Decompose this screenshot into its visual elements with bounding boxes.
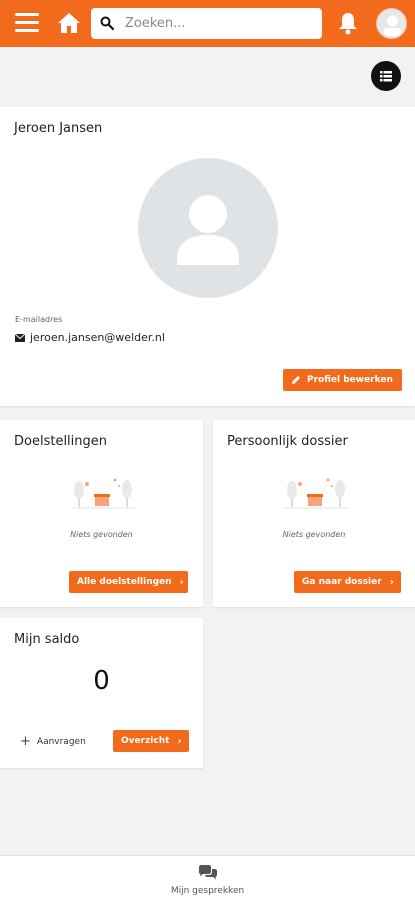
- all-goals-label: Alle doelstellingen: [77, 577, 172, 587]
- goals-title: Doelstellingen: [14, 434, 108, 449]
- menu-icon[interactable]: [15, 13, 39, 33]
- edit-profile-label: Profiel bewerken: [307, 375, 393, 385]
- list-view-button[interactable]: [371, 61, 401, 91]
- empty-illustration-icon: [71, 478, 135, 509]
- dossier-title: Persoonlijk dossier: [227, 434, 348, 449]
- email-row: jeroen.jansen@welder.nl: [15, 331, 165, 344]
- search-icon: [100, 16, 114, 30]
- envelope-icon: [15, 333, 25, 342]
- edit-profile-button[interactable]: Profiel bewerken: [283, 369, 402, 391]
- chevron-right-icon: ›: [179, 576, 184, 588]
- go-to-dossier-label: Ga naar dossier: [302, 577, 382, 587]
- email-value[interactable]: jeroen.jansen@welder.nl: [30, 331, 165, 344]
- request-label: Aanvragen: [36, 736, 86, 747]
- overview-button[interactable]: Overzicht ›: [113, 730, 189, 752]
- home-icon[interactable]: [56, 10, 82, 36]
- profile-name: Jeroen Jansen: [14, 121, 103, 136]
- user-placeholder-icon: [177, 195, 239, 265]
- search-box[interactable]: [91, 8, 322, 39]
- bottom-nav: Mijn gesprekken: [0, 855, 415, 900]
- list-icon: [380, 71, 392, 82]
- top-bar: [0, 0, 415, 47]
- dossier-card: Persoonlijk dossier Niets gevonden Ga na…: [213, 420, 415, 607]
- search-input[interactable]: [125, 13, 315, 34]
- chevron-right-icon: ›: [389, 576, 394, 588]
- bell-icon[interactable]: [337, 11, 359, 35]
- goals-empty-text: Niets gevonden: [70, 530, 133, 539]
- email-label: E-mailadres: [15, 315, 63, 324]
- empty-illustration-icon: [284, 478, 348, 509]
- my-conversations-label[interactable]: Mijn gesprekken: [0, 886, 415, 896]
- chat-bubbles-icon[interactable]: [198, 865, 218, 881]
- chevron-right-icon: ›: [177, 735, 182, 747]
- all-goals-button[interactable]: Alle doelstellingen ›: [69, 571, 188, 593]
- balance-value: 0: [93, 666, 110, 696]
- balance-title: Mijn saldo: [14, 632, 80, 647]
- goals-card: Doelstellingen Niets gevonden Alle doels…: [0, 420, 203, 607]
- overview-label: Overzicht: [121, 736, 170, 746]
- balance-card: Mijn saldo 0 + Aanvragen Overzicht ›: [0, 618, 203, 768]
- dossier-empty-text: Niets gevonden: [282, 530, 346, 539]
- pencil-icon: [292, 376, 300, 384]
- plus-icon: +: [20, 734, 31, 749]
- request-button[interactable]: + Aanvragen: [20, 734, 86, 749]
- profile-card: Jeroen Jansen E-mailadres jeroen.jansen@…: [0, 107, 415, 406]
- profile-avatar: [138, 158, 278, 298]
- avatar[interactable]: [376, 8, 407, 39]
- user-icon: [383, 15, 402, 36]
- go-to-dossier-button[interactable]: Ga naar dossier ›: [294, 571, 401, 593]
